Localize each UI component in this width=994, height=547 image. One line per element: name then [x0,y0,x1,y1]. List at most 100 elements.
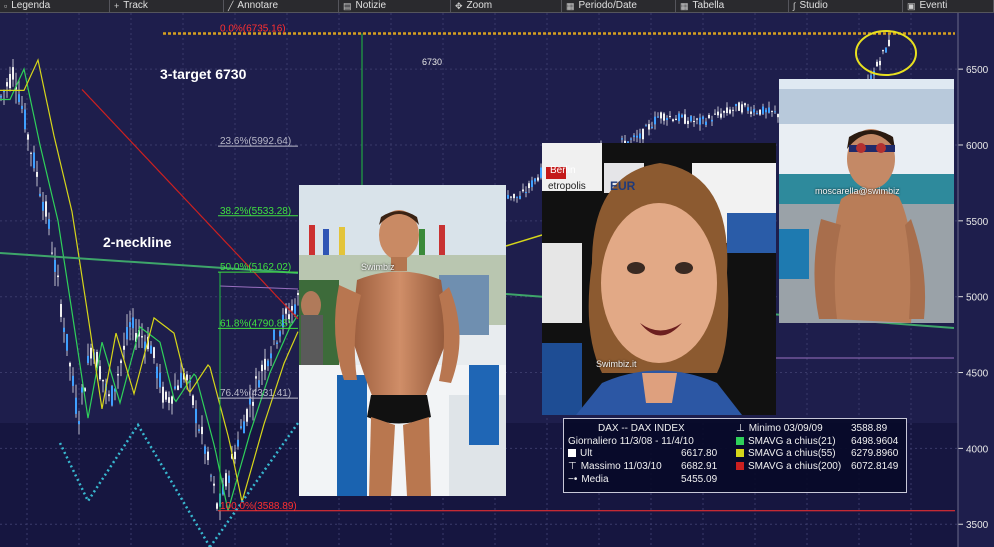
toolbar-track[interactable]: + Track [110,0,224,12]
candle-body [42,201,44,211]
candle-body [507,194,509,199]
candle-body [621,138,623,140]
candle-body [6,82,8,87]
candle-body [714,113,716,115]
candle-body [57,275,59,278]
legend-sma200: SMAVG a chius(200) [736,461,841,472]
plus-icon: + [114,1,120,11]
legend-sma21: SMAVG a chius(21) [736,436,836,447]
candle-body [177,385,179,390]
photo-swimmer-right: moscarella@swimbiz [779,79,954,323]
candle-body [123,345,125,350]
candle-body [132,317,134,329]
candle-body [225,473,227,487]
candle-body [252,401,254,406]
candle-body [693,120,695,123]
legend-period: Giornaliero 11/3/08 - 11/4/10 [568,436,694,447]
candle-body [186,374,188,381]
candle-body [276,342,278,345]
legend-sma55-value: 6279.8960 [851,448,899,459]
events-icon: ▣ [907,1,916,11]
toolbar-zoom[interactable]: ✥ Zoom [451,0,562,12]
candle-body [237,439,239,447]
toolbar-label: Notizie [355,0,387,11]
candle-body [228,475,230,483]
candle-body [69,362,71,367]
toolbar-periodo-date[interactable]: ▦ Periodo/Date [562,0,676,12]
photo-swimmer-left: Swimbiz [299,185,506,496]
candle-body [768,107,770,113]
candle-body [258,380,260,388]
calendar-icon: ▦ [566,1,575,11]
candle-body [75,397,77,414]
toolbar-label: Legenda [11,0,51,11]
candle-body [141,336,143,338]
candle-body [18,94,20,103]
toolbar-label: Tabella [692,0,725,11]
candle-body [678,113,680,122]
candle-body [63,327,65,333]
note-icon: ▤ [343,1,352,11]
banner-metropolis: etropolis [548,181,586,192]
banner-eur: EUR [610,179,636,193]
candle-body [774,111,776,113]
candle-body [180,373,182,388]
candle-body [645,125,647,127]
candle-body [129,322,131,328]
legend-min: ⊥ Minimo 03/09/09 [736,423,823,434]
toolbar: ▫ Legenda + Track ╱ Annotare ▤ Notizie ✥ Zoom ▦ Per… [0,0,994,13]
candle-body [30,152,32,154]
candle-body [81,387,83,393]
candle-body [159,372,161,388]
candle-body [87,355,89,363]
candle-body [630,138,632,140]
candle-body [666,117,668,121]
annotation-neckline: 2-neckline [103,234,172,250]
candle-body [519,195,521,199]
candle-body [36,171,38,177]
candle-body [39,193,41,196]
candle-body [876,61,878,67]
chart-window: ▫ Legenda + Track ╱ Annotare ▤ Notizie ✥ Zoom ▦ Per… [0,0,994,547]
toolbar-notizie[interactable]: ▤ Notizie [339,0,451,12]
toolbar-annotare[interactable]: ╱ Annotare [224,0,339,12]
toolbar-tabella[interactable]: ▦ Tabella [676,0,789,12]
toolbar-legenda[interactable]: ▫ Legenda [0,0,110,12]
candle-body [165,391,167,400]
candle-body [762,106,764,114]
candle-body [261,364,263,372]
toolbar-studio[interactable]: ∫ Studio [789,0,903,12]
candle-body [690,116,692,122]
candle-body [684,114,686,124]
candle-body [264,358,266,370]
toolbar-label: Track [123,0,148,11]
zoom-icon: ✥ [455,1,463,11]
candle-body [21,105,23,110]
candle-body [888,39,890,46]
toolbar-eventi[interactable]: ▣ Eventi [903,0,994,12]
pencil-icon: ╱ [228,1,234,11]
annotation-target: 3-target 6730 [160,66,247,82]
candle-body [654,116,656,125]
toolbar-label: Annotare [237,0,279,11]
candle-body [708,114,710,119]
candle-body [12,67,14,80]
candle-body [885,47,887,53]
candle-body [510,196,512,198]
candle-body [168,397,170,403]
candle-body [753,109,755,113]
candle-body [750,111,752,114]
candle-body [270,353,272,359]
y-tick-label: 4000 [966,444,989,455]
fib-label: 61.8%(4790.85) [220,318,291,329]
table-icon: ▦ [680,1,689,11]
legend-sma200-value: 6072.8149 [851,461,899,472]
candle-body [156,366,158,379]
photo-woman-center: Berlin etropolis EUR Swimbiz.it [542,143,776,415]
min-icon: ⊥ [736,423,745,434]
candle-body [735,103,737,107]
candle-body [516,196,518,198]
candle-body [90,347,92,359]
candle-body [150,345,152,354]
candle-body [513,193,515,199]
